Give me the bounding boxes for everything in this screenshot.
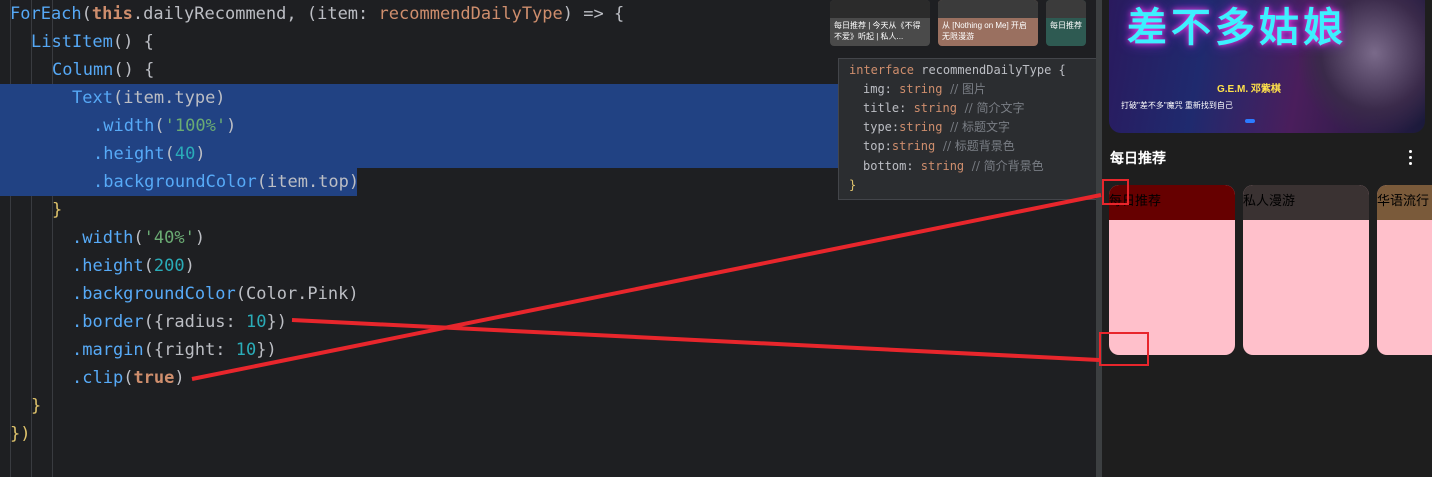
annotation-arrow (291, 318, 1100, 362)
annotation-lines (191, 193, 1102, 381)
